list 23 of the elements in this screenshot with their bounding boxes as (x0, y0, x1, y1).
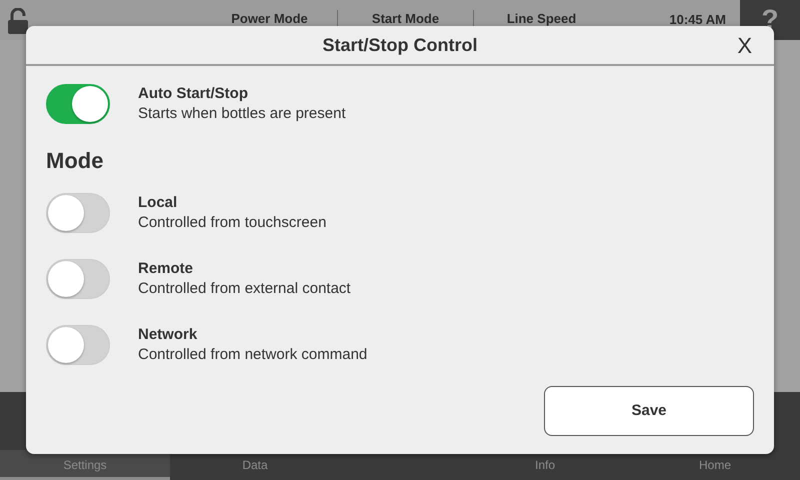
dialog-title: Start/Stop Control (322, 34, 478, 57)
toggle-switch[interactable] (46, 325, 110, 365)
option-title: Remote (138, 259, 194, 278)
option-title: Network (138, 325, 198, 344)
toggle-switch[interactable] (46, 84, 110, 124)
option-description: Controlled from external contact (138, 279, 351, 299)
nav-tab[interactable]: Home (630, 450, 800, 480)
toggle-switch[interactable] (46, 193, 110, 233)
unlocked-padlock-icon[interactable] (8, 8, 30, 34)
clock-time: 10:45 AM (669, 11, 726, 29)
status-label: Power Mode (230, 10, 309, 28)
status-label: Start Mode (370, 10, 440, 28)
option-description: Starts when bottles are present (138, 104, 346, 124)
nav-tab[interactable]: Data (170, 450, 340, 480)
save-button[interactable]: Save (544, 386, 754, 436)
status-label: Line Speed (506, 10, 578, 28)
option-title: Local (138, 193, 178, 212)
nav-tab[interactable]: Info (460, 450, 630, 480)
toggle-switch[interactable] (46, 259, 110, 299)
option-title: Auto Start/Stop (138, 84, 249, 103)
option-description: Controlled from touchscreen (138, 213, 326, 233)
section-heading: Mode (46, 147, 104, 175)
option-description: Controlled from network command (138, 345, 368, 365)
